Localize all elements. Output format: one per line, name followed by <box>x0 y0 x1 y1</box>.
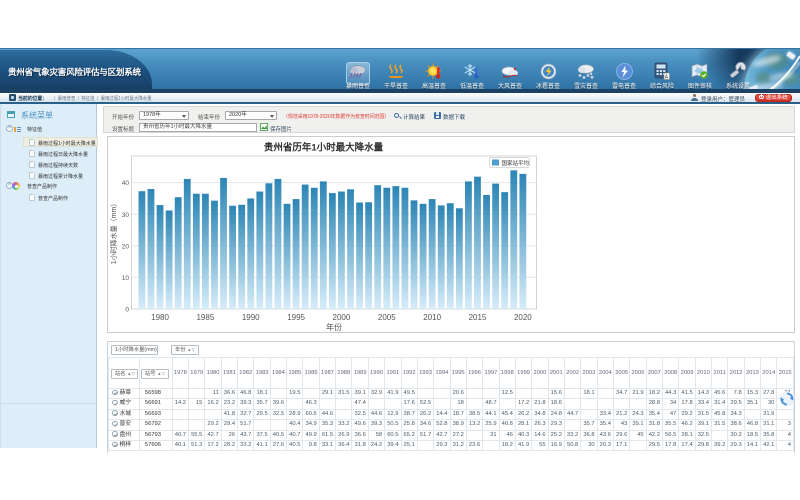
svg-text:1990: 1990 <box>242 313 260 322</box>
svg-text:2020: 2020 <box>514 313 532 322</box>
svg-text:2010: 2010 <box>423 313 441 322</box>
svg-text:40: 40 <box>122 180 130 187</box>
svg-text:国家站平均: 国家站平均 <box>502 159 530 167</box>
svg-text:2015: 2015 <box>469 313 487 322</box>
svg-text:1980: 1980 <box>151 313 169 322</box>
svg-text:1995: 1995 <box>287 313 305 322</box>
svg-text:20: 20 <box>122 243 130 250</box>
svg-text:0: 0 <box>125 307 129 314</box>
svg-text:1小时降水量（mm）: 1小时降水量（mm） <box>109 200 118 265</box>
svg-text:年份: 年份 <box>326 322 342 332</box>
svg-text:贵州省历年1小时最大降水量: 贵州省历年1小时最大降水量 <box>264 142 384 154</box>
svg-text:10: 10 <box>122 275 130 282</box>
svg-text:2000: 2000 <box>333 313 351 322</box>
svg-text:2005: 2005 <box>378 313 396 322</box>
svg-text:30: 30 <box>122 212 130 219</box>
svg-text:1985: 1985 <box>196 313 214 322</box>
